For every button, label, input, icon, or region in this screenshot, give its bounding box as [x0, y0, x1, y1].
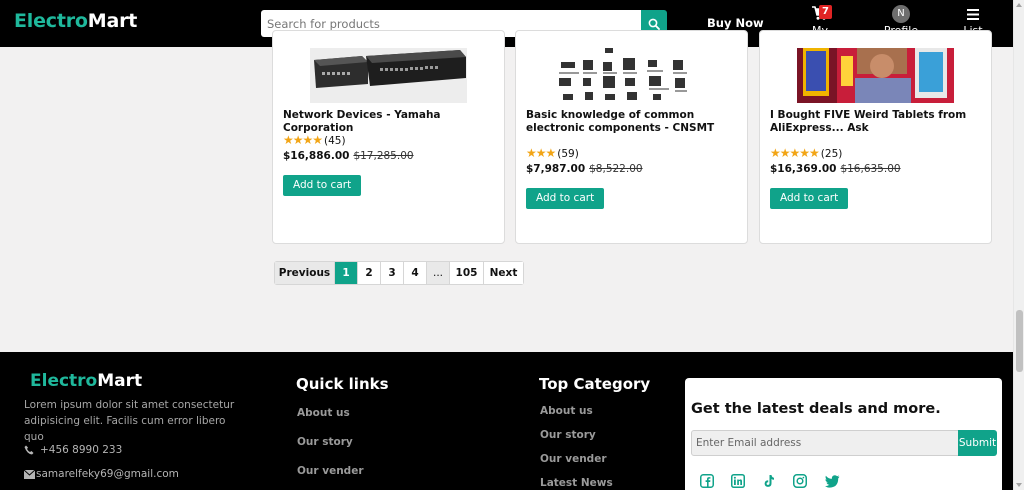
buy-now-link[interactable]: Buy Now — [707, 16, 764, 30]
category-link-our-vender[interactable]: Our vender — [540, 453, 607, 465]
footer-logo-part1: Electro — [30, 371, 98, 391]
cart-count-badge: 7 — [819, 5, 832, 19]
search-icon — [648, 18, 660, 30]
product-image-network-switches[interactable] — [310, 48, 467, 103]
quick-link-our-story[interactable]: Our story — [297, 436, 353, 448]
rating-stars: ★★★ — [526, 146, 556, 160]
pagination-page-3[interactable]: 3 — [380, 262, 403, 284]
envelope-icon — [24, 469, 35, 479]
avatar: N — [892, 5, 910, 23]
newsletter-heading: Get the latest deals and more. — [691, 401, 941, 417]
pagination-page-1[interactable]: 1 — [334, 262, 357, 284]
quick-links-heading: Quick links — [296, 375, 389, 393]
pagination-page-last[interactable]: 105 — [449, 262, 483, 284]
tablets-thumbnail-image — [797, 48, 954, 103]
footer-logo-part2: Mart — [97, 371, 143, 391]
footer-email[interactable]: samarelfeky69@gmail.com — [24, 468, 179, 480]
pagination: Previous 1 2 3 4 ... 105 Next — [274, 261, 524, 285]
network-switch-image — [310, 48, 467, 103]
category-link-about-us[interactable]: About us — [540, 405, 593, 417]
pagination-page-4[interactable]: 4 — [403, 262, 426, 284]
product-title[interactable]: Network Devices - Yamaha Corporation — [283, 109, 499, 135]
facebook-icon[interactable] — [699, 473, 715, 489]
footer-brand-logo[interactable]: ElectroMart — [30, 371, 142, 391]
tiktok-icon[interactable] — [761, 473, 777, 489]
quick-link-our-vender[interactable]: Our vender — [297, 465, 364, 477]
product-title[interactable]: Basic knowledge of common electronic com… — [526, 109, 742, 135]
linkedin-icon[interactable] — [730, 473, 746, 489]
product-price: $7,987.00 $8,522.00 — [526, 163, 643, 175]
quick-link-about-us[interactable]: About us — [297, 407, 350, 419]
footer-description: Lorem ipsum dolor sit amet consectetur a… — [24, 399, 235, 443]
product-title[interactable]: I Bought FIVE Weird Tablets from AliExpr… — [770, 109, 986, 135]
brand-logo[interactable]: ElectroMart — [14, 10, 137, 32]
review-count: (59) — [557, 148, 579, 160]
rating-stars: ★★★★ — [283, 133, 323, 147]
current-price: $16,369.00 — [770, 163, 837, 175]
pagination-previous[interactable]: Previous — [275, 262, 334, 284]
brand-logo-part2: Mart — [87, 10, 138, 32]
current-price: $7,987.00 — [526, 163, 586, 175]
add-to-cart-button[interactable]: Add to cart — [283, 175, 362, 196]
instagram-icon[interactable] — [792, 473, 808, 489]
newsletter-box: Get the latest deals and more. Submit — [685, 378, 1002, 490]
product-image-electronic-components[interactable] — [553, 48, 710, 103]
scrollbar-thumb[interactable] — [1016, 310, 1023, 372]
top-category-heading: Top Category — [539, 375, 651, 393]
review-count: (45) — [324, 135, 346, 147]
old-price: $16,635.00 — [840, 163, 901, 175]
product-image-tablets[interactable] — [797, 48, 954, 103]
menu-icon — [967, 8, 979, 20]
product-card: Network Devices - Yamaha Corporation ★★★… — [272, 30, 505, 244]
newsletter-email-input[interactable] — [691, 430, 959, 456]
email-address: samarelfeky69@gmail.com — [36, 468, 179, 480]
product-rating: ★★★★ (45) — [283, 133, 346, 147]
phone-number: +456 8990 233 — [40, 444, 123, 456]
product-rating: ★★★ (59) — [526, 146, 579, 160]
phone-icon — [24, 445, 34, 455]
old-price: $8,522.00 — [589, 163, 643, 175]
old-price: $17,285.00 — [353, 150, 414, 162]
brand-logo-part1: Electro — [14, 10, 88, 32]
newsletter-submit-button[interactable]: Submit — [958, 430, 997, 456]
scroll-down-arrow[interactable] — [1016, 483, 1022, 487]
review-count: (25) — [820, 148, 843, 160]
rating-stars: ★★★★★ — [770, 146, 820, 160]
footer-phone[interactable]: +456 8990 233 — [24, 444, 122, 456]
product-card: I Bought FIVE Weird Tablets from AliExpr… — [759, 30, 992, 244]
category-link-latest-news[interactable]: Latest News — [540, 477, 613, 489]
twitter-icon[interactable] — [824, 473, 840, 489]
electronic-components-image — [553, 48, 710, 103]
scroll-up-arrow[interactable] — [1016, 3, 1022, 7]
add-to-cart-button[interactable]: Add to cart — [526, 188, 605, 209]
product-price: $16,369.00 $16,635.00 — [770, 163, 901, 175]
page-scrollbar[interactable] — [1013, 0, 1024, 490]
current-price: $16,886.00 — [283, 150, 350, 162]
category-link-our-story[interactable]: Our story — [540, 429, 596, 441]
product-rating: ★★★★★ (25) — [770, 146, 842, 160]
pagination-ellipsis: ... — [426, 262, 449, 284]
product-price: $16,886.00 $17,285.00 — [283, 150, 414, 162]
add-to-cart-button[interactable]: Add to cart — [770, 188, 849, 209]
pagination-next[interactable]: Next — [483, 262, 523, 284]
pagination-page-2[interactable]: 2 — [357, 262, 380, 284]
product-card: Basic knowledge of common electronic com… — [515, 30, 748, 244]
